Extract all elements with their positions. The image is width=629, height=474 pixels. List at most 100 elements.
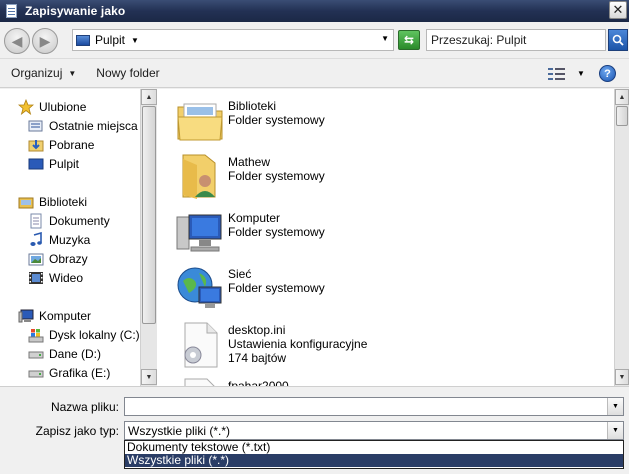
scroll-up-icon[interactable]: ▲: [141, 89, 157, 105]
nav-item-pictures[interactable]: Obrazy: [28, 250, 88, 268]
nav-item-label: Muzyka: [49, 233, 91, 247]
user-folder-icon: [175, 151, 225, 201]
file-icon: [175, 375, 225, 386]
back-arrow-icon: ◀: [11, 32, 23, 49]
file-type: Folder systemowy: [228, 225, 325, 239]
address-bar[interactable]: Pulpit ▼ ▼: [72, 29, 394, 51]
nav-favorites-label: Ulubione: [39, 100, 87, 114]
scroll-up-icon[interactable]: ▲: [615, 89, 629, 105]
filetype-option-all[interactable]: Wszystkie pliki (*.*): [125, 454, 623, 467]
file-list-scrollbar[interactable]: ▲ ▼: [614, 89, 629, 386]
list-item[interactable]: Komputer Folder systemowy: [175, 207, 325, 259]
address-location: Pulpit: [95, 33, 126, 47]
nav-item-drive-c[interactable]: Dysk lokalny (C:): [28, 326, 140, 344]
nav-item-drive-e[interactable]: Grafika (E:): [28, 364, 110, 382]
desktop-icon: [76, 34, 90, 46]
file-name: fpahar2000: [228, 379, 289, 386]
nav-libraries-label: Biblioteki: [39, 195, 88, 209]
list-item[interactable]: fpahar2000: [175, 375, 289, 386]
nav-item-documents[interactable]: Dokumenty: [28, 212, 110, 230]
scroll-down-icon[interactable]: ▼: [141, 369, 157, 385]
file-name: Komputer: [228, 211, 281, 225]
music-icon: [28, 231, 44, 248]
nav-item-downloads[interactable]: Pobrane: [28, 136, 94, 154]
new-folder-button[interactable]: Nowy folder: [96, 66, 159, 80]
address-dropdown-icon[interactable]: ▼: [381, 34, 389, 43]
desktop-icon: [28, 156, 44, 172]
chevron-down-icon[interactable]: ▼: [607, 398, 623, 415]
nav-computer[interactable]: Komputer: [18, 307, 91, 325]
nav-scrollbar[interactable]: ▲ ▼: [140, 89, 157, 386]
nav-item-label: Dane (D:): [49, 347, 102, 361]
computer-icon: [175, 207, 225, 257]
file-name: Sieć: [228, 267, 252, 281]
nav-item-desktop[interactable]: Pulpit: [28, 155, 79, 173]
file-type: Folder systemowy: [228, 169, 325, 183]
recent-places-icon: [28, 118, 44, 134]
organize-button[interactable]: Organizuj ▼: [11, 66, 76, 80]
nav-computer-label: Komputer: [39, 309, 92, 323]
filetype-value: Wszystkie pliki (*.*): [128, 423, 231, 438]
file-name: Biblioteki: [228, 99, 277, 113]
navigation-pane: Ulubione Ostatnie miejsca Pobrane Pulpit…: [0, 89, 140, 386]
nav-item-label: Ostatnie miejsca: [49, 119, 138, 133]
back-button[interactable]: ◀: [4, 28, 30, 54]
search-button[interactable]: [608, 29, 628, 51]
videos-icon: [28, 270, 44, 286]
list-item[interactable]: Sieć Folder systemowy: [175, 263, 325, 315]
address-row: ◀ ▶ Pulpit ▼ ▼ ⇆ Przeszukaj: Pulpit: [0, 22, 629, 58]
filetype-dropdown-list: Dokumenty tekstowe (*.txt) Wszystkie pli…: [124, 440, 624, 469]
scroll-down-icon[interactable]: ▼: [615, 369, 629, 385]
pictures-icon: [28, 251, 44, 267]
refresh-icon: ⇆: [403, 33, 415, 47]
organize-label: Organizuj: [11, 66, 63, 80]
forward-button[interactable]: ▶: [32, 28, 58, 54]
list-item[interactable]: Biblioteki Folder systemowy: [175, 95, 325, 147]
file-name: Mathew: [228, 155, 271, 169]
nav-favorites[interactable]: Ulubione: [17, 98, 87, 116]
list-item[interactable]: Mathew Folder systemowy: [175, 151, 325, 203]
libraries-folder-icon: [175, 95, 225, 145]
notepad-icon: [4, 3, 20, 19]
star-icon: [17, 98, 35, 116]
nav-item-videos[interactable]: Wideo: [28, 269, 83, 287]
settings-file-icon: [175, 319, 225, 369]
filename-input[interactable]: ▼: [124, 397, 624, 416]
nav-item-drive-d[interactable]: Dane (D:): [28, 345, 101, 363]
nav-item-label: Grafika (E:): [49, 366, 111, 380]
list-item[interactable]: desktop.ini Ustawienia konfiguracyjne 17…: [175, 319, 367, 371]
nav-item-label: Pulpit: [49, 157, 80, 171]
chevron-down-icon[interactable]: ▼: [607, 422, 623, 439]
search-icon: [612, 34, 624, 46]
nav-libraries[interactable]: Biblioteki: [18, 193, 87, 211]
filename-label: Nazwa pliku:: [50, 400, 119, 414]
filetype-label: Zapisz jako typ:: [35, 424, 119, 438]
scroll-thumb[interactable]: [616, 106, 628, 126]
toolbar: Organizuj ▼ Nowy folder ▼ ?: [0, 58, 629, 88]
filetype-select[interactable]: Wszystkie pliki (*.*) ▼: [124, 421, 624, 440]
forward-arrow-icon: ▶: [39, 32, 51, 49]
nav-item-recent-places[interactable]: Ostatnie miejsca: [28, 117, 138, 135]
nav-item-label: Pobrane: [49, 138, 95, 152]
file-type: Ustawienia konfiguracyjne: [228, 337, 368, 351]
breadcrumb-chevron-icon[interactable]: ▼: [131, 36, 139, 45]
nav-item-label: Obrazy: [49, 252, 88, 266]
nav-item-music[interactable]: Muzyka: [28, 231, 90, 249]
close-button[interactable]: ✕: [609, 1, 627, 19]
file-size: 174 bajtów: [228, 351, 287, 365]
view-options-icon[interactable]: [548, 67, 566, 81]
computer-icon: [18, 308, 34, 324]
view-dropdown-icon[interactable]: ▼: [577, 69, 585, 78]
refresh-button[interactable]: ⇆: [398, 30, 420, 50]
search-input[interactable]: Przeszukaj: Pulpit: [426, 29, 606, 51]
nav-item-label: Dysk lokalny (C:): [49, 328, 140, 342]
scroll-thumb[interactable]: [142, 106, 156, 324]
network-icon: [175, 263, 225, 313]
title-bar: Zapisywanie jako ✕: [0, 0, 629, 22]
nav-item-label: Wideo: [49, 271, 84, 285]
nav-item-label: Dokumenty: [49, 214, 110, 228]
drive-icon: [28, 346, 44, 362]
downloads-folder-icon: [28, 137, 44, 153]
help-icon[interactable]: ?: [599, 65, 616, 82]
file-type: Folder systemowy: [228, 281, 325, 295]
